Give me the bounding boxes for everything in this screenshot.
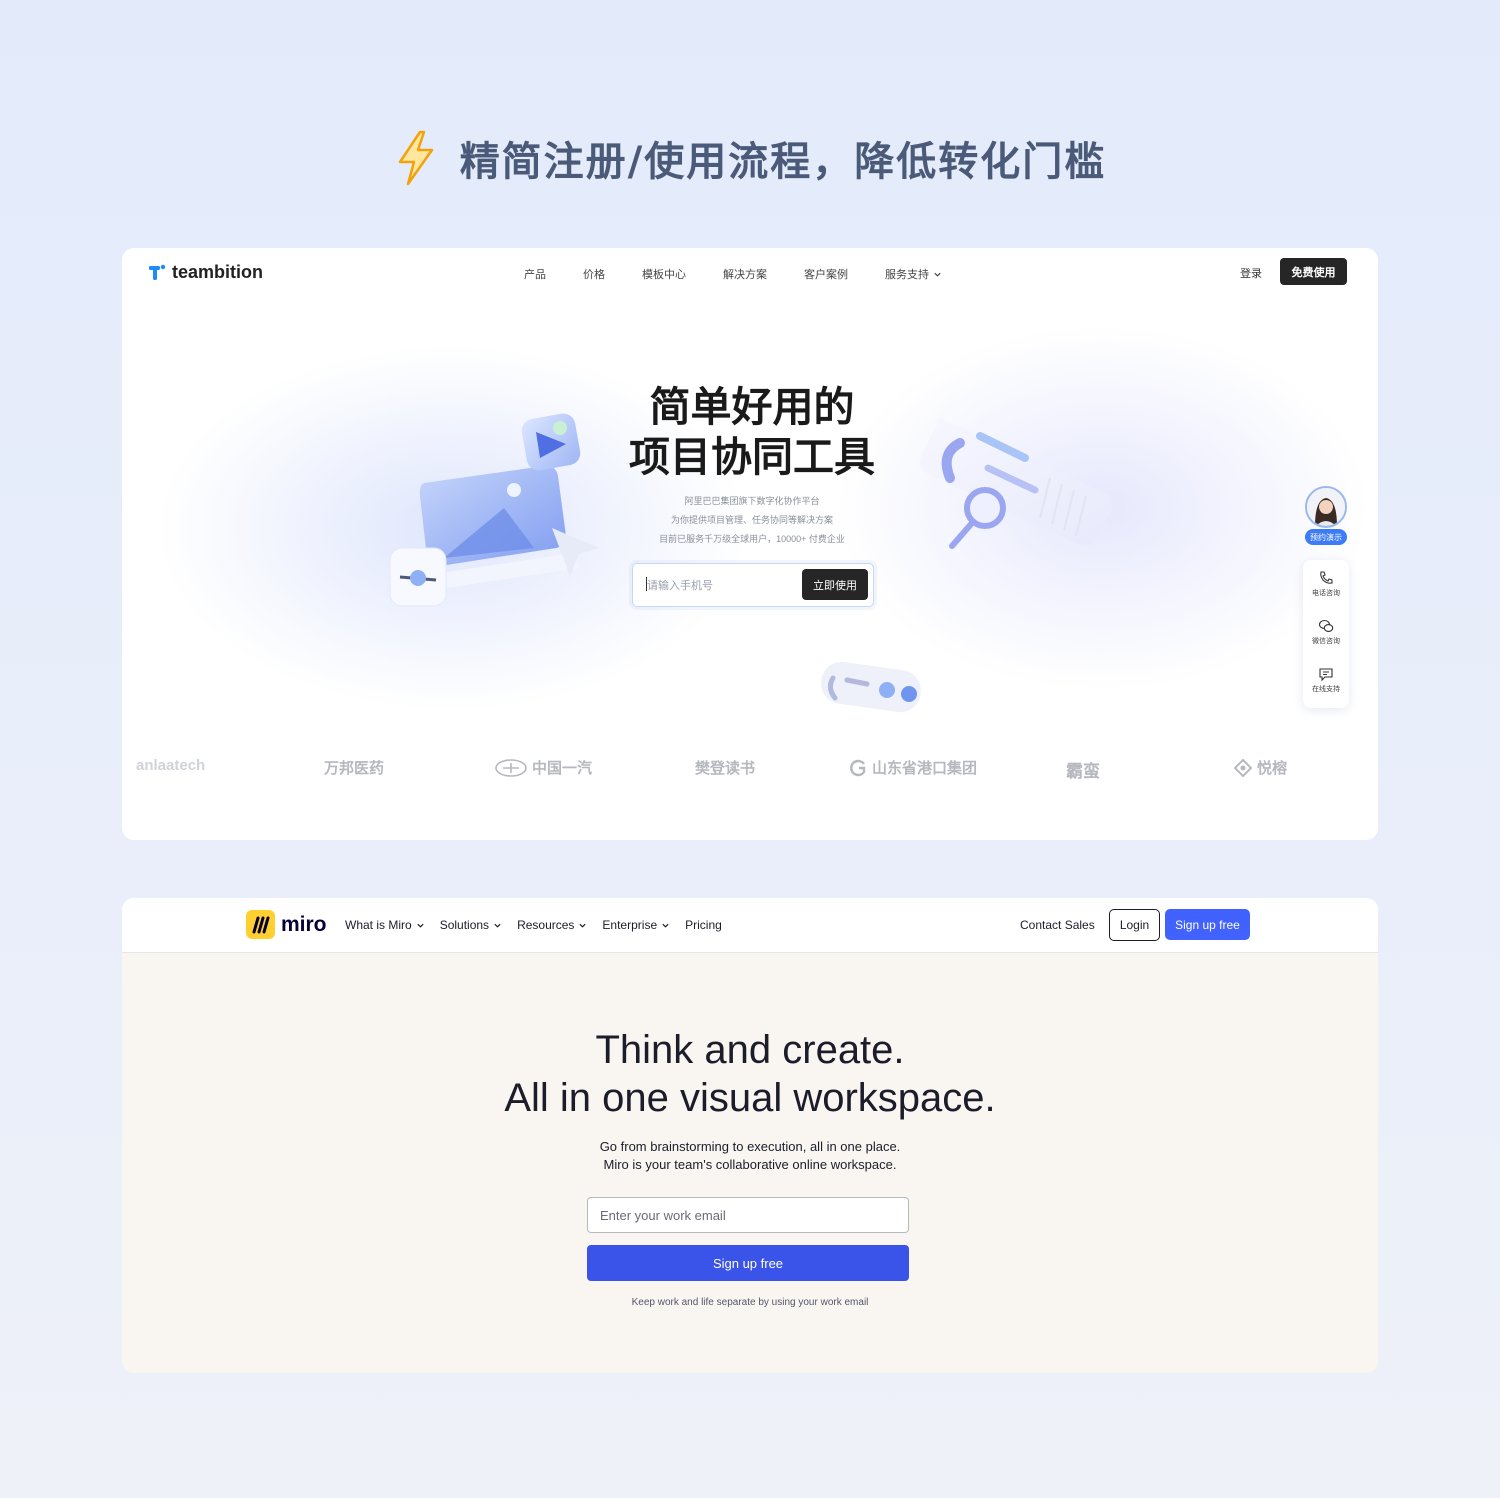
contact-sales-link[interactable]: Contact Sales <box>1020 918 1095 932</box>
nav-item-what-is-miro[interactable]: What is Miro <box>345 918 425 932</box>
hero-title: Think and create. All in one visual work… <box>350 1026 1150 1122</box>
login-button[interactable]: Login <box>1109 909 1160 941</box>
sdport-g-icon <box>850 759 866 776</box>
nav-item-label: Solutions <box>439 918 490 932</box>
wechat-consult-button[interactable]: 微信咨询 <box>1303 618 1349 646</box>
login-link[interactable]: 登录 <box>1240 265 1262 281</box>
teambition-logo[interactable]: teambition <box>148 262 263 283</box>
hero-subtitle: Go from brainstorming to execution, all … <box>450 1138 1050 1174</box>
nav-item-cases[interactable]: 客户案例 <box>804 266 848 282</box>
client-logo: anlaatech <box>136 757 206 774</box>
nav-item-pricing[interactable]: 价格 <box>583 266 605 282</box>
subtitle-line: Go from brainstorming to execution, all … <box>599 1139 901 1154</box>
teambition-navbar: teambition 产品 价格 模板中心 解决方案 客户案例 服务支持 登录 … <box>122 248 1378 298</box>
lightning-bolt-icon <box>398 130 433 186</box>
client-logo-text: 中国一汽 <box>532 760 593 777</box>
nav-item-solutions[interactable]: 解决方案 <box>723 266 767 282</box>
client-logo: 山东省港口集团 <box>849 757 977 778</box>
phone-consult-button[interactable]: 电话咨询 <box>1303 570 1349 598</box>
toggle-illustration <box>821 661 921 713</box>
media-illustration <box>389 413 599 607</box>
free-trial-button[interactable]: 免费使用 <box>1280 258 1347 285</box>
nav-item-enterprise[interactable]: Enterprise <box>602 918 670 932</box>
email-placeholder: Enter your work email <box>600 1208 726 1223</box>
nav-item-label: What is Miro <box>345 918 412 932</box>
miro-logo-text: miro <box>281 912 327 936</box>
nav-item-label: Resources <box>517 918 575 932</box>
subtitle-line: 目前已服务千万级全球用户，10000+ 付费企业 <box>659 534 845 544</box>
email-note: Keep work and life separate by using you… <box>631 1297 869 1308</box>
client-logo-text: 山东省港口集团 <box>872 760 978 777</box>
work-email-input[interactable]: Enter your work email <box>587 1197 909 1233</box>
hero-title-line1: Think and create. <box>595 1028 905 1072</box>
client-logo-text: 悦榕 <box>1257 760 1288 777</box>
hero-title-line1: 简单好用的 <box>649 383 855 431</box>
consultant-avatar[interactable] <box>1305 486 1347 528</box>
chevron-down-icon <box>494 923 501 928</box>
client-logo: 霸蛮 <box>1066 762 1100 781</box>
chevron-down-icon <box>417 923 424 928</box>
online-support-label: 在线支持 <box>1312 686 1340 693</box>
nav-item-templates[interactable]: 模板中心 <box>642 266 686 282</box>
support-options: 电话咨询 微信咨询 在线支持 <box>1303 560 1349 708</box>
chevron-down-icon <box>579 923 587 928</box>
teambition-card: teambition 产品 价格 模板中心 解决方案 客户案例 服务支持 登录 … <box>122 248 1378 840</box>
headline-text: 精简注册/使用流程，降低转化门槛 <box>459 139 1107 185</box>
client-logo-strip: anlaatech 万邦医药 中国一汽 樊登读书 山东省港口集团 霸蛮 悦榕 <box>122 753 1378 783</box>
miro-card: miro What is Miro Solutions Resources En… <box>122 898 1378 1373</box>
client-logo: 悦榕 <box>1234 757 1287 778</box>
subtitle-line: Miro is your team's collaborative online… <box>603 1157 897 1172</box>
book-demo-button[interactable]: 预约演示 <box>1305 529 1347 545</box>
nav-item-label: Enterprise <box>602 918 658 932</box>
phone-input[interactable]: 请输入手机号 <box>647 577 713 593</box>
nav-item-pricing[interactable]: Pricing <box>685 918 722 932</box>
banyan-tree-icon <box>1234 758 1252 777</box>
phone-consult-label: 电话咨询 <box>1312 590 1340 597</box>
client-logo: 樊登读书 <box>695 760 756 777</box>
miro-logo[interactable]: miro <box>246 910 327 939</box>
online-support-button[interactable]: 在线支持 <box>1303 666 1349 694</box>
chevron-down-icon <box>934 272 941 277</box>
miro-logo-icon <box>246 910 275 939</box>
faw-emblem-icon <box>495 758 527 777</box>
client-logo: 中国一汽 <box>495 757 592 778</box>
signup-free-nav-button[interactable]: Sign up free <box>1165 909 1250 940</box>
hero-title: 简单好用的 项目协同工具 <box>602 382 902 482</box>
teambition-menu: 产品 价格 模板中心 解决方案 客户案例 服务支持 <box>524 266 979 282</box>
hero-subtitle: 阿里巴巴集团旗下数字化协作平台 为你提供项目管理、任务协同等解决方案 目前已服务… <box>602 492 902 549</box>
miro-menu: What is Miro Solutions Resources Enterpr… <box>345 918 737 932</box>
nav-item-support-label: 服务支持 <box>885 269 929 281</box>
teambition-logo-text: teambition <box>172 262 264 282</box>
teambition-logo-icon <box>149 264 166 280</box>
wechat-consult-label: 微信咨询 <box>1312 638 1340 645</box>
signup-free-button[interactable]: Sign up free <box>587 1245 909 1281</box>
hero-title-line2: All in one visual workspace. <box>504 1076 996 1120</box>
chevron-down-icon <box>662 923 669 928</box>
headline: 精简注册/使用流程，降低转化门槛 <box>0 128 1500 188</box>
client-logo: 万邦医药 <box>324 760 385 777</box>
nav-item-resources[interactable]: Resources <box>517 918 587 932</box>
nav-item-solutions[interactable]: Solutions <box>440 918 502 932</box>
search-illustration <box>920 417 1114 549</box>
miro-navbar: miro What is Miro Solutions Resources En… <box>122 898 1378 953</box>
page-frame: 精简注册/使用流程，降低转化门槛 teambition 产品 价格 模板中心 解… <box>0 0 1500 1498</box>
nav-item-product[interactable]: 产品 <box>524 266 546 282</box>
chat-icon <box>1319 668 1333 682</box>
start-now-button[interactable]: 立即使用 <box>802 569 868 600</box>
nav-item-support[interactable]: 服务支持 <box>885 266 942 282</box>
phone-icon <box>1320 571 1333 584</box>
subtitle-line: 阿里巴巴集团旗下数字化协作平台 <box>684 496 820 506</box>
subtitle-line: 为你提供项目管理、任务协同等解决方案 <box>670 515 833 525</box>
wechat-icon <box>1318 619 1334 632</box>
phone-signup-form: 请输入手机号 立即使用 <box>632 563 874 607</box>
hero-title-line2: 项目协同工具 <box>629 433 875 481</box>
avatar-portrait <box>1307 488 1345 526</box>
